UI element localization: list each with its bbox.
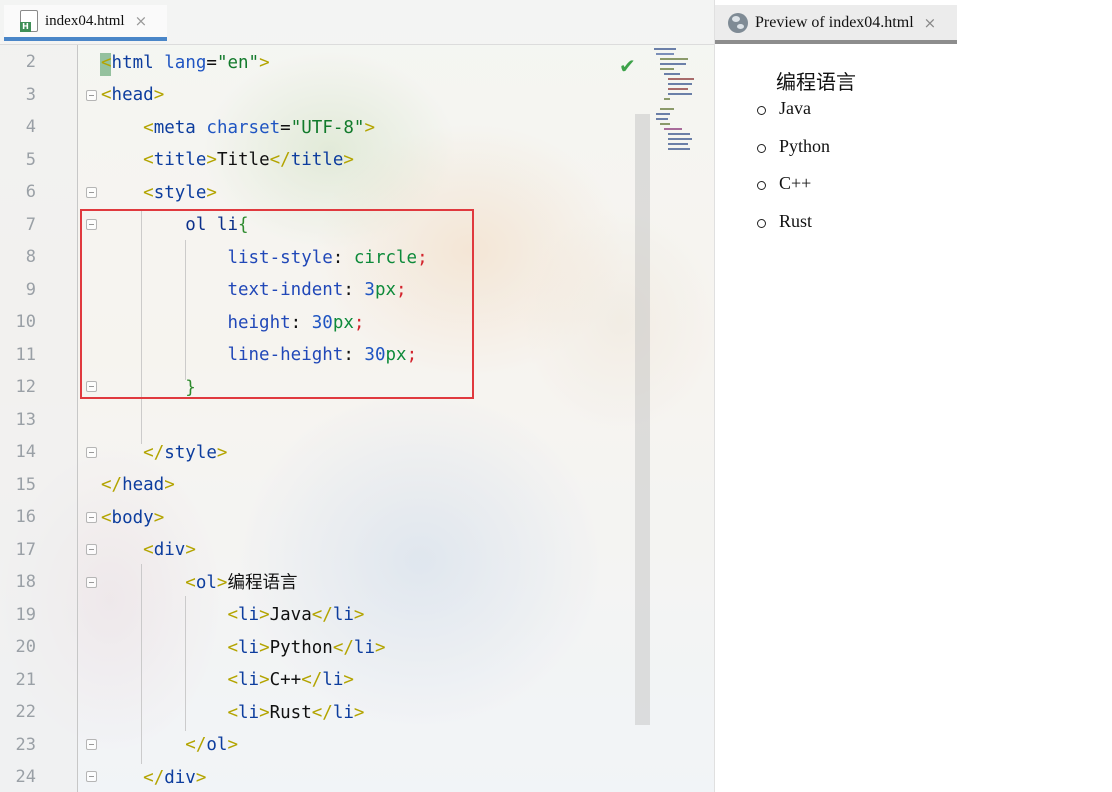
list-item: Rust xyxy=(779,211,813,231)
tab-preview[interactable]: Preview of index04.html × xyxy=(715,5,957,44)
circle-bullet-icon xyxy=(757,106,766,115)
code-line: <div> xyxy=(143,540,196,560)
code-line: </head> xyxy=(101,475,175,495)
code-line: <html lang="en"> xyxy=(101,53,270,73)
highlight-annotation-box xyxy=(80,209,474,399)
close-icon[interactable]: × xyxy=(924,14,937,32)
checkmark-icon: ✔ xyxy=(619,54,636,78)
tab-label: index04.html xyxy=(45,12,125,29)
code-minimap[interactable] xyxy=(652,46,694,156)
code-line: </ol> xyxy=(185,735,238,755)
code-line: <ol>编程语言 xyxy=(185,573,298,593)
code-line: <body> xyxy=(101,508,165,528)
code-line: <title>Title</title> xyxy=(143,150,354,170)
browser-preview-pane: Preview of index04.html × 编程语言 Java Pyth… xyxy=(714,0,1112,792)
html-file-icon: H xyxy=(20,10,38,32)
vertical-scrollbar[interactable] xyxy=(635,114,650,725)
list-item: Python xyxy=(779,136,831,156)
circle-bullet-icon xyxy=(757,181,766,190)
code-line: <li>Rust</li> xyxy=(227,703,365,723)
list-heading: 编程语言 xyxy=(776,70,856,94)
editor-tab-bar: H index04.html × xyxy=(0,0,714,45)
tab-index04-html[interactable]: H index04.html × xyxy=(4,5,167,41)
code-line: <li>Java</li> xyxy=(227,605,365,625)
code-line: <li>C++</li> xyxy=(227,670,354,690)
list-item: C++ xyxy=(779,173,812,193)
circle-bullet-icon xyxy=(757,219,766,228)
code-line: <style> xyxy=(143,183,217,203)
code-line: <meta charset="UTF-8"> xyxy=(143,118,376,138)
code-line: </style> xyxy=(143,443,228,463)
code-line: <head> xyxy=(101,85,165,105)
preview-tab-label: Preview of index04.html xyxy=(755,13,914,31)
list-item: Java xyxy=(779,98,811,118)
circle-bullet-icon xyxy=(757,144,766,153)
code-line: </div> xyxy=(143,768,207,788)
code-line: <li>Python</li> xyxy=(227,638,386,658)
globe-icon xyxy=(728,12,748,33)
code-editor-pane[interactable]: H index04.html × 2 3 4 5 6 7 8 9 10 11 1… xyxy=(0,0,714,792)
close-icon[interactable]: × xyxy=(135,12,148,30)
